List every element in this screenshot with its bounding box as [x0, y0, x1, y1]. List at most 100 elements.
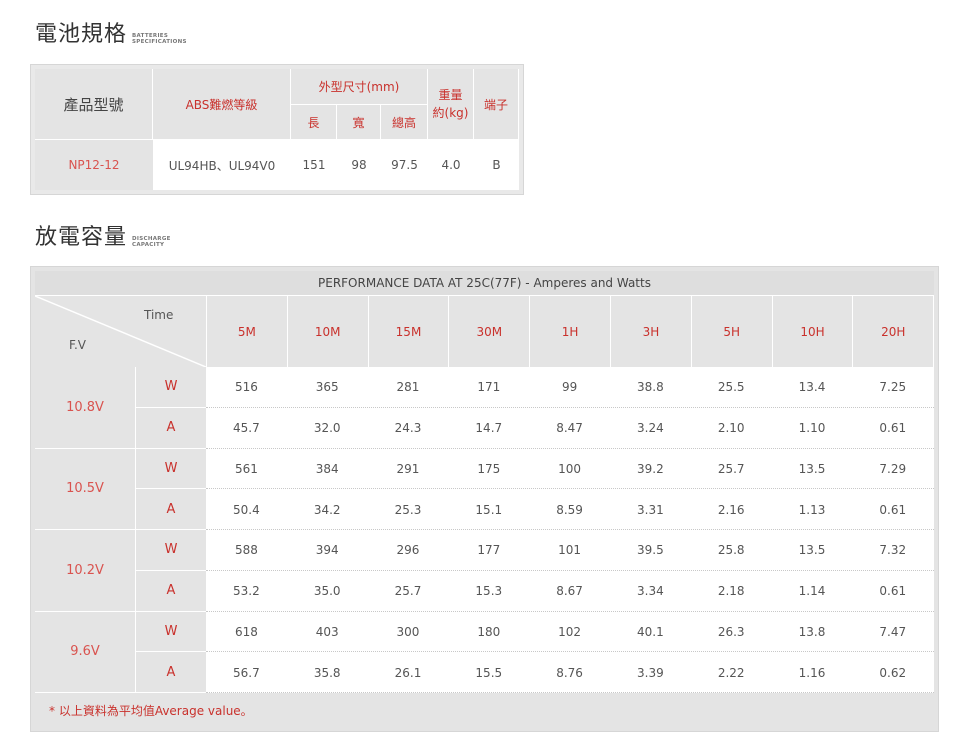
corner-header: Time F.V: [35, 296, 206, 367]
header-terminal: 端子: [474, 69, 519, 140]
data-cell: 300: [396, 624, 420, 639]
data-cell: 8.47: [556, 421, 583, 436]
row-terminal: B: [492, 158, 501, 172]
corner-diagonal: [35, 296, 206, 367]
data-cell: 7.32: [879, 543, 907, 558]
time-header-3: 30M: [448, 296, 530, 367]
unit-label: A: [135, 652, 206, 693]
data-cell: 2.18: [717, 584, 745, 599]
data-cell: 53.2: [233, 584, 260, 599]
discharge-table: PERFORMANCE DATA AT 25C(77F) - Amperes a…: [30, 266, 939, 732]
data-cell: 7.25: [879, 380, 907, 395]
row-model: NP12-12: [35, 140, 153, 190]
data-cell: 35.0: [313, 584, 341, 599]
data-cell: 394: [315, 543, 339, 558]
spec-subtitle: BATTERIES SPECIFICATIONS: [132, 33, 187, 45]
header-weight-line1: 重量: [438, 88, 463, 102]
header-dimensions: 外型尺寸(mm): [291, 69, 428, 105]
data-cell: 99: [561, 380, 578, 395]
data-cell: 291: [396, 461, 420, 476]
header-height: 總高: [381, 105, 428, 140]
unit-label: A: [135, 407, 206, 449]
data-cell: 2.22: [717, 665, 745, 680]
unit-label: A: [135, 570, 206, 612]
data-cell: 15.5: [475, 665, 503, 680]
data-cell: 3.24: [637, 421, 664, 436]
data-cell: 25.7: [717, 461, 745, 476]
header-width: 寬: [337, 105, 381, 140]
data-cell: 39.5: [637, 543, 664, 558]
header-weight-line2: 約(kg): [432, 106, 469, 120]
discharge-subtitle-line2: CAPACITY: [132, 242, 165, 248]
time-header-5: 3H: [610, 296, 691, 367]
time-header-1: 10M: [286, 296, 368, 367]
data-cell: 7.29: [879, 461, 907, 476]
data-cell: 13.5: [798, 461, 826, 476]
data-cell: 618: [234, 624, 258, 639]
data-cell: 1.14: [798, 584, 826, 599]
time-header-8: 20H: [852, 296, 934, 367]
data-cell: 1.13: [798, 502, 826, 517]
data-cell: 100: [558, 461, 582, 476]
unit-label: W: [135, 367, 206, 408]
header-model: 產品型號: [35, 69, 153, 140]
discharge-title: 放電容量: [35, 225, 128, 250]
data-cell: 102: [558, 624, 582, 639]
data-cell: 8.59: [556, 502, 583, 517]
unit-label: W: [135, 448, 206, 490]
data-cell: 38.8: [637, 380, 664, 395]
data-cell: 34.2: [313, 502, 341, 517]
data-cell: 13.4: [798, 380, 826, 395]
data-cell: 516: [234, 380, 258, 395]
performance-caption: PERFORMANCE DATA AT 25C(77F) - Amperes a…: [35, 271, 934, 296]
discharge-subtitle: DISCHARGE CAPACITY: [132, 236, 171, 248]
data-cell: 281: [396, 380, 420, 395]
header-abs: ABS難燃等級: [153, 69, 291, 140]
data-cell: 175: [477, 461, 501, 476]
data-cell: 177: [477, 543, 501, 558]
data-cell: 180: [477, 624, 501, 639]
unit-label: W: [135, 530, 206, 571]
row-divider: [206, 692, 934, 693]
unit-label: W: [135, 611, 206, 653]
row-height: 97.5: [391, 158, 418, 172]
voltage-label-2: 10.2V: [35, 530, 135, 612]
data-cell: 50.4: [233, 502, 260, 517]
time-header-4: 1H: [529, 296, 610, 367]
data-cell: 384: [315, 461, 339, 476]
data-cell: 8.76: [556, 665, 583, 680]
data-cell: 7.47: [879, 624, 907, 639]
data-cell: 365: [315, 380, 339, 395]
row-length: 151: [302, 158, 326, 172]
spec-section-title: 電池規格 BATTERIES SPECIFICATIONS: [35, 22, 187, 48]
data-cell: 39.2: [637, 461, 664, 476]
time-header-7: 10H: [771, 296, 853, 367]
header-length: 長: [291, 105, 337, 140]
data-cell: 0.61: [879, 502, 907, 517]
voltage-label-3: 9.6V: [35, 611, 135, 693]
data-cell: 25.5: [717, 380, 745, 395]
spec-title: 電池規格: [35, 22, 128, 47]
data-cell: 0.61: [879, 421, 907, 436]
data-cell: 26.1: [394, 665, 422, 680]
time-header-2: 15M: [367, 296, 449, 367]
data-cell: 3.31: [637, 502, 664, 517]
row-width: 98: [351, 158, 367, 172]
time-header-6: 5H: [690, 296, 772, 367]
data-cell: 15.1: [475, 502, 503, 517]
data-cell: 0.61: [879, 584, 907, 599]
data-cell: 3.34: [637, 584, 664, 599]
data-cell: 13.8: [798, 624, 826, 639]
data-cell: 32.0: [313, 421, 341, 436]
footnote: * 以上資料為平均值Average value。: [35, 693, 934, 727]
unit-label: A: [135, 489, 206, 530]
data-cell: 25.7: [394, 584, 422, 599]
data-cell: 35.8: [313, 665, 341, 680]
data-cell: 2.10: [717, 421, 745, 436]
discharge-section-title: 放電容量 DISCHARGE CAPACITY: [35, 225, 171, 251]
data-cell: 561: [234, 461, 258, 476]
data-cell: 8.67: [556, 584, 583, 599]
data-cell: 56.7: [233, 665, 260, 680]
corner-time-label: Time: [144, 308, 174, 322]
data-cell: 1.10: [798, 421, 826, 436]
